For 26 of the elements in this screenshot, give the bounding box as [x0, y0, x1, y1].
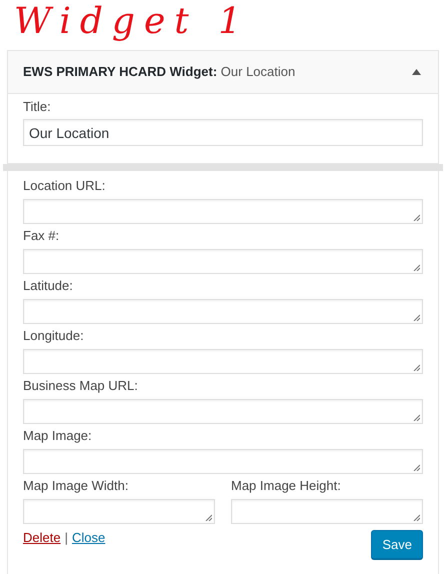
field-label: Latitude: [23, 277, 74, 295]
resize-handle-icon[interactable] [205, 514, 212, 521]
field-label: Longitude: [23, 327, 85, 345]
resize-handle-icon[interactable] [413, 514, 420, 521]
field-label: Map Image: [23, 427, 93, 445]
title-input[interactable]: Our Location [23, 119, 423, 146]
widget-title: EWS PRIMARY HCARD Widget: Our Location [23, 63, 296, 82]
resize-handle-icon[interactable] [413, 364, 420, 371]
field-label: Location URL: [23, 177, 106, 195]
handwritten-annotation: Widget 1 [13, 0, 250, 44]
resize-handle-icon[interactable] [413, 214, 420, 221]
resize-handle-icon[interactable] [413, 314, 420, 321]
field-label: Business Map URL: [23, 377, 139, 395]
resize-handle-icon[interactable] [413, 264, 420, 271]
resize-handle-icon[interactable] [413, 414, 420, 421]
widget-header[interactable]: EWS PRIMARY HCARD Widget: Our Location [8, 51, 438, 94]
close-link[interactable]: Close [72, 528, 106, 548]
field-label: Fax #: [23, 227, 60, 245]
field-label: Map Image Width: [23, 477, 130, 495]
link-separator: | [64, 529, 68, 547]
resize-handle-icon[interactable] [413, 464, 420, 471]
collapse-arrow-icon[interactable] [412, 69, 421, 75]
field-label: Title: [23, 98, 52, 116]
delete-link[interactable]: Delete [23, 528, 61, 548]
field-label: Map Image Height: [231, 477, 342, 495]
save-button[interactable]: Save [371, 530, 423, 559]
